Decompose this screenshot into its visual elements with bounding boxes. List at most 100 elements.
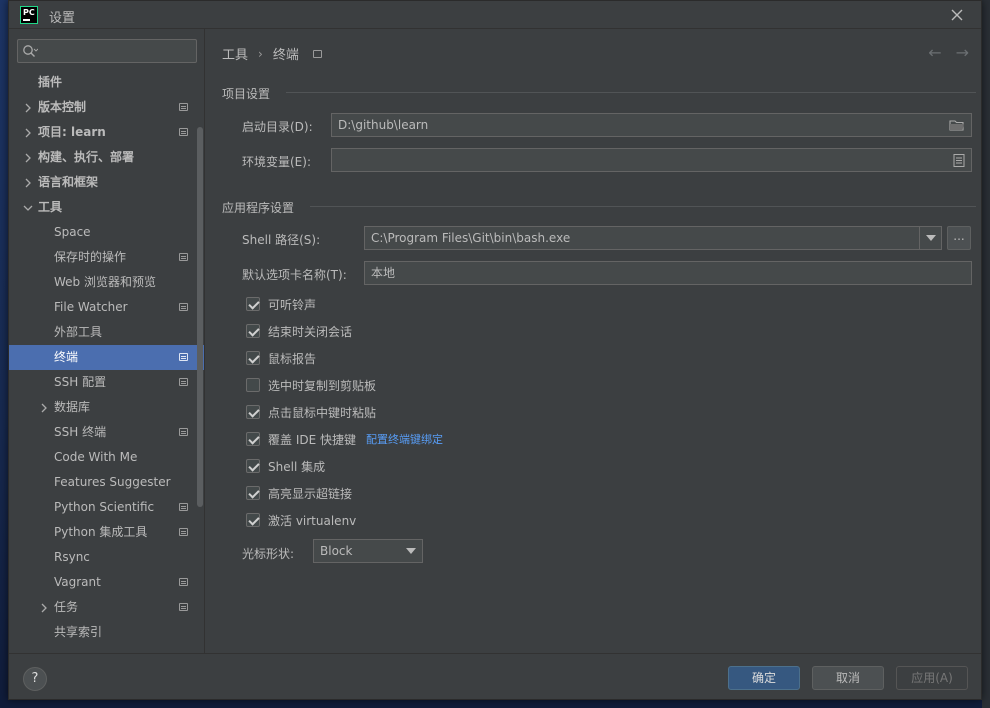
apply-button[interactable]: 应用(A)	[896, 666, 968, 690]
sidebar-item[interactable]: Vagrant	[9, 570, 204, 595]
chevron-right-icon[interactable]	[23, 153, 33, 163]
checkbox-row[interactable]: 结束时关闭会话	[246, 322, 352, 340]
sidebar-item[interactable]: 外部工具	[9, 320, 204, 345]
sidebar-item[interactable]: 项目: learn	[9, 120, 204, 145]
close-button[interactable]	[947, 5, 967, 25]
start-dir-label: 启动目录(D):	[242, 120, 313, 134]
section-divider	[310, 206, 976, 207]
sidebar-item[interactable]: 插件	[9, 70, 204, 95]
project-scope-icon	[179, 303, 188, 311]
sidebar-item-label: 插件	[38, 75, 63, 89]
browse-shell-button[interactable]: ...	[947, 226, 971, 250]
sidebar-item-label: 外部工具	[54, 325, 103, 339]
sidebar-item[interactable]: Web 浏览器和预览	[9, 270, 204, 295]
configure-keybindings-link[interactable]: 配置终端键绑定	[366, 431, 443, 447]
sidebar-item[interactable]: 数据库	[9, 395, 204, 420]
sidebar-item-label: Space	[54, 225, 91, 239]
sidebar-item[interactable]: Python Scientific	[9, 495, 204, 520]
checkbox-row[interactable]: 选中时复制到剪贴板	[246, 376, 376, 394]
sidebar-item[interactable]: Space	[9, 220, 204, 245]
sidebar-item[interactable]: Code With Me	[9, 445, 204, 470]
sidebar-item[interactable]: File Watcher	[9, 295, 204, 320]
checkbox-label: 选中时复制到剪贴板	[268, 378, 377, 393]
tab-name-field[interactable]: 本地	[364, 261, 972, 285]
checkbox[interactable]	[246, 324, 260, 338]
chevron-down-icon[interactable]	[23, 203, 33, 213]
checkbox[interactable]	[246, 297, 260, 311]
sidebar-item[interactable]: Python 集成工具	[9, 520, 204, 545]
checkbox[interactable]	[246, 378, 260, 392]
chevron-right-icon[interactable]	[23, 128, 33, 138]
checkbox[interactable]	[246, 513, 260, 527]
checkbox-row[interactable]: 可听铃声	[246, 295, 316, 313]
sidebar-item[interactable]: 保存时的操作	[9, 245, 204, 270]
sidebar-item[interactable]: Features Suggester	[9, 470, 204, 495]
breadcrumb-separator: ›	[258, 46, 263, 61]
title-bar: PC 设置	[9, 1, 981, 29]
sidebar-item[interactable]: 版本控制	[9, 95, 204, 120]
document-icon[interactable]	[953, 154, 965, 167]
checkbox[interactable]	[246, 432, 260, 446]
sidebar-item[interactable]: 终端	[9, 345, 204, 370]
project-settings-title: 项目设置	[222, 87, 271, 101]
chevron-right-icon[interactable]	[39, 603, 49, 613]
chevron-down-icon[interactable]	[919, 227, 941, 249]
sidebar-item-label: Features Suggester	[54, 475, 171, 489]
settings-search[interactable]	[17, 39, 197, 63]
sidebar-item-label: SSH 终端	[54, 425, 107, 439]
shell-path-combo[interactable]: C:\Program Files\Git\bin\bash.exe	[364, 226, 942, 250]
checkbox-row[interactable]: 覆盖 IDE 快捷键 配置终端键绑定	[246, 430, 443, 448]
project-scope-icon	[179, 353, 188, 361]
sidebar-item[interactable]: 工具	[9, 195, 204, 220]
sidebar-item-label: 保存时的操作	[54, 250, 127, 264]
sidebar-item[interactable]: 任务	[9, 595, 204, 620]
chevron-right-icon[interactable]	[39, 403, 49, 413]
tab-name-label: 默认选项卡名称(T):	[242, 268, 347, 282]
sidebar-item[interactable]: 构建、执行、部署	[9, 145, 204, 170]
checkbox[interactable]	[246, 486, 260, 500]
checkbox[interactable]	[246, 405, 260, 419]
sidebar-scrollbar[interactable]	[197, 127, 203, 507]
ok-button[interactable]: 确定	[728, 666, 800, 690]
window-title: 设置	[49, 11, 76, 26]
sidebar-item[interactable]: Rsync	[9, 545, 204, 570]
checkbox[interactable]	[246, 459, 260, 473]
breadcrumb: 工具 › 终端	[222, 44, 322, 63]
sidebar-item-label: File Watcher	[54, 300, 128, 314]
cursor-shape-value: Block	[320, 544, 353, 558]
checkbox-row[interactable]: Shell 集成	[246, 457, 325, 475]
sidebar-item-label: 构建、执行、部署	[38, 150, 135, 164]
cursor-shape-select[interactable]: Block	[313, 539, 423, 563]
start-dir-field[interactable]: D:\github\learn	[331, 113, 972, 137]
checkbox-label: 激活 virtualenv	[268, 513, 357, 528]
checkbox-row[interactable]: 点击鼠标中键时粘贴	[246, 403, 376, 421]
forward-arrow-icon[interactable]: →	[956, 43, 969, 62]
project-scope-icon	[179, 603, 188, 611]
cancel-button[interactable]: 取消	[812, 666, 884, 690]
chevron-right-icon[interactable]	[23, 178, 33, 188]
sidebar-item-label: 共享索引	[54, 625, 103, 639]
chevron-down-icon	[406, 548, 416, 554]
chevron-right-icon[interactable]	[23, 103, 33, 113]
search-input[interactable]	[40, 42, 190, 60]
folder-icon[interactable]	[949, 119, 965, 131]
sidebar-item-label: Web 浏览器和预览	[54, 275, 156, 289]
sidebar-item[interactable]: SSH 终端	[9, 420, 204, 445]
sidebar-item[interactable]: SSH 配置	[9, 370, 204, 395]
env-label: 环境变量(E):	[242, 155, 311, 169]
checkbox-row[interactable]: 高亮显示超链接	[246, 484, 352, 502]
project-scope-icon	[179, 578, 188, 586]
project-scope-icon	[179, 428, 188, 436]
sidebar-item[interactable]: 共享索引	[9, 620, 204, 645]
checkbox-row[interactable]: 鼠标报告	[246, 349, 316, 367]
sidebar-item[interactable]: 语言和框架	[9, 170, 204, 195]
search-icon	[23, 45, 38, 57]
checkbox[interactable]	[246, 351, 260, 365]
app-settings-title: 应用程序设置	[222, 201, 295, 215]
env-field[interactable]	[331, 148, 972, 172]
help-button[interactable]: ?	[23, 667, 47, 691]
breadcrumb-parent[interactable]: 工具	[222, 44, 248, 63]
back-arrow-icon[interactable]: ←	[928, 43, 941, 62]
cursor-shape-label: 光标形状:	[242, 547, 295, 561]
checkbox-row[interactable]: 激活 virtualenv	[246, 511, 356, 529]
